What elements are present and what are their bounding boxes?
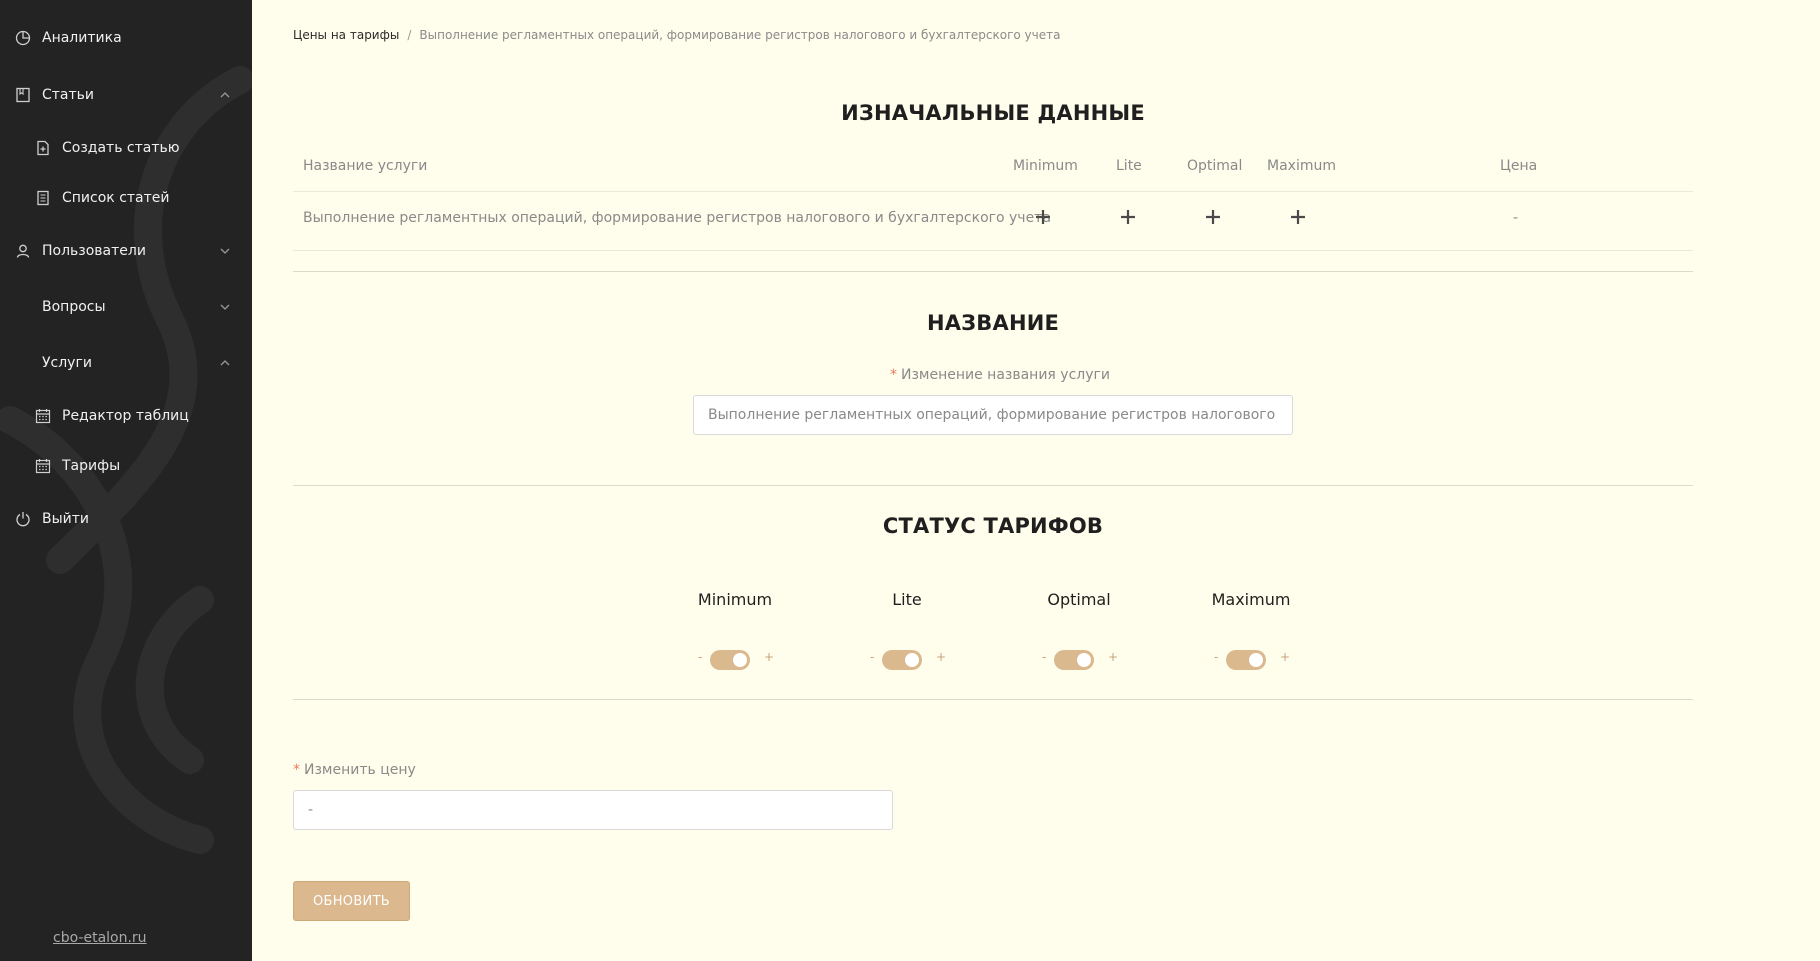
user-icon [14, 242, 32, 260]
sidebar-item-table-editor[interactable]: Редактор таблиц [0, 398, 252, 434]
column-header-minimum: Minimum [1013, 158, 1078, 174]
breadcrumb-current: Выполнение регламентных операций, формир… [419, 28, 1061, 42]
toggle-on-label: + [763, 650, 774, 664]
add-optimal-plus-icon[interactable] [1202, 206, 1224, 228]
sidebar-item-label: Вопросы [42, 299, 106, 315]
switch-knob [1249, 653, 1263, 667]
maximum-switch[interactable] [1226, 650, 1266, 670]
toggle-off-label: - [870, 650, 875, 664]
add-lite-plus-icon[interactable] [1117, 206, 1139, 228]
lite-switch[interactable] [882, 650, 922, 670]
sidebar-item-analytics[interactable]: Аналитика [0, 20, 252, 56]
sidebar-item-article-list[interactable]: Список статей [0, 180, 252, 216]
initial-data-title: ИЗНАЧАЛЬНЫЕ ДАННЫЕ [841, 101, 1145, 125]
tariff-toggle-lite: - + [864, 648, 950, 672]
chevron-up-icon [220, 360, 230, 366]
sidebar: Аналитика Статьи Создать статью Список с… [0, 0, 252, 961]
breadcrumb-separator: / [407, 28, 412, 42]
sidebar-item-label: Тарифы [62, 458, 121, 474]
service-name-cell: Выполнение регламентных операций, формир… [303, 210, 1051, 226]
sidebar-item-label: Пользователи [42, 243, 146, 259]
required-mark: * [890, 367, 897, 383]
breadcrumb-root-link[interactable]: Цены на тарифы [293, 28, 399, 42]
toggle-on-label: + [935, 650, 946, 664]
sidebar-item-label: Выйти [42, 511, 90, 527]
column-header-lite: Lite [1116, 158, 1142, 174]
sidebar-item-label: Редактор таблиц [62, 408, 189, 424]
sidebar-item-label: Аналитика [42, 30, 122, 46]
column-header-service: Название услуги [303, 158, 428, 174]
required-mark: * [293, 762, 300, 778]
tariff-name-maximum: Maximum [1211, 590, 1291, 609]
section-divider [293, 485, 1693, 486]
chevron-up-icon [220, 92, 230, 98]
table-divider [293, 191, 1693, 192]
service-name-label: * Изменение названия услуги [890, 367, 1110, 383]
sidebar-item-services[interactable]: Услуги [0, 345, 252, 381]
chevron-down-icon [220, 248, 230, 254]
sidebar-item-label: Список статей [62, 190, 170, 206]
sidebar-item-logout[interactable]: Выйти [0, 501, 252, 537]
book-icon [14, 86, 32, 104]
power-icon [14, 510, 32, 528]
sidebar-item-articles[interactable]: Статьи [0, 77, 252, 113]
sidebar-item-questions[interactable]: Вопросы [0, 289, 252, 325]
name-section-title: НАЗВАНИЕ [926, 311, 1060, 335]
toggle-off-label: - [1214, 650, 1219, 664]
tariff-name-minimum: Minimum [697, 590, 773, 609]
column-header-price: Цена [1500, 158, 1538, 174]
toggle-on-label: + [1279, 650, 1290, 664]
tariff-name-optimal: Optimal [1047, 590, 1111, 609]
add-minimum-plus-icon[interactable] [1032, 206, 1054, 228]
price-cell: - [1513, 210, 1519, 226]
column-header-optimal: Optimal [1187, 158, 1243, 174]
tariff-status-title: СТАТУС ТАРИФОВ [882, 514, 1104, 538]
minimum-switch[interactable] [710, 650, 750, 670]
pie-chart-icon [14, 29, 32, 47]
chevron-down-icon [220, 304, 230, 310]
table-divider [293, 250, 1693, 251]
sidebar-item-label: Создать статью [62, 140, 180, 156]
switch-knob [905, 653, 919, 667]
sidebar-item-label: Статьи [42, 87, 95, 103]
update-button[interactable]: ОБНОВИТЬ [293, 881, 410, 921]
sidebar-item-users[interactable]: Пользователи [0, 233, 252, 269]
main-content: Цены на тарифы / Выполнение регламентных о… [252, 0, 1820, 961]
switch-knob [733, 653, 747, 667]
column-header-maximum: Maximum [1267, 158, 1336, 174]
add-maximum-plus-icon[interactable] [1287, 206, 1309, 228]
calendar-icon [34, 407, 52, 425]
optimal-switch[interactable] [1054, 650, 1094, 670]
sidebar-item-label: Услуги [42, 355, 92, 371]
service-name-input[interactable] [693, 395, 1293, 435]
sidebar-item-create-article[interactable]: Создать статью [0, 130, 252, 166]
switch-knob [1077, 653, 1091, 667]
section-divider [293, 699, 1693, 700]
calendar-icon [34, 457, 52, 475]
toggle-on-label: + [1107, 650, 1118, 664]
price-label: * Изменить цену [293, 762, 416, 778]
sidebar-item-tariffs[interactable]: Тарифы [0, 448, 252, 484]
toggle-off-label: - [1042, 650, 1047, 664]
site-link[interactable]: cbo-etalon.ru [53, 930, 147, 946]
tariff-toggle-optimal: - + [1036, 648, 1122, 672]
tariff-toggle-minimum: - + [692, 648, 778, 672]
tariff-name-lite: Lite [892, 590, 922, 609]
toggle-off-label: - [698, 650, 703, 664]
section-divider [293, 271, 1693, 272]
tariff-toggle-maximum: - + [1208, 648, 1294, 672]
file-add-icon [34, 139, 52, 157]
file-list-icon [34, 189, 52, 207]
price-input[interactable] [293, 790, 893, 830]
breadcrumb: Цены на тарифы / Выполнение регламентных о… [293, 28, 1060, 42]
